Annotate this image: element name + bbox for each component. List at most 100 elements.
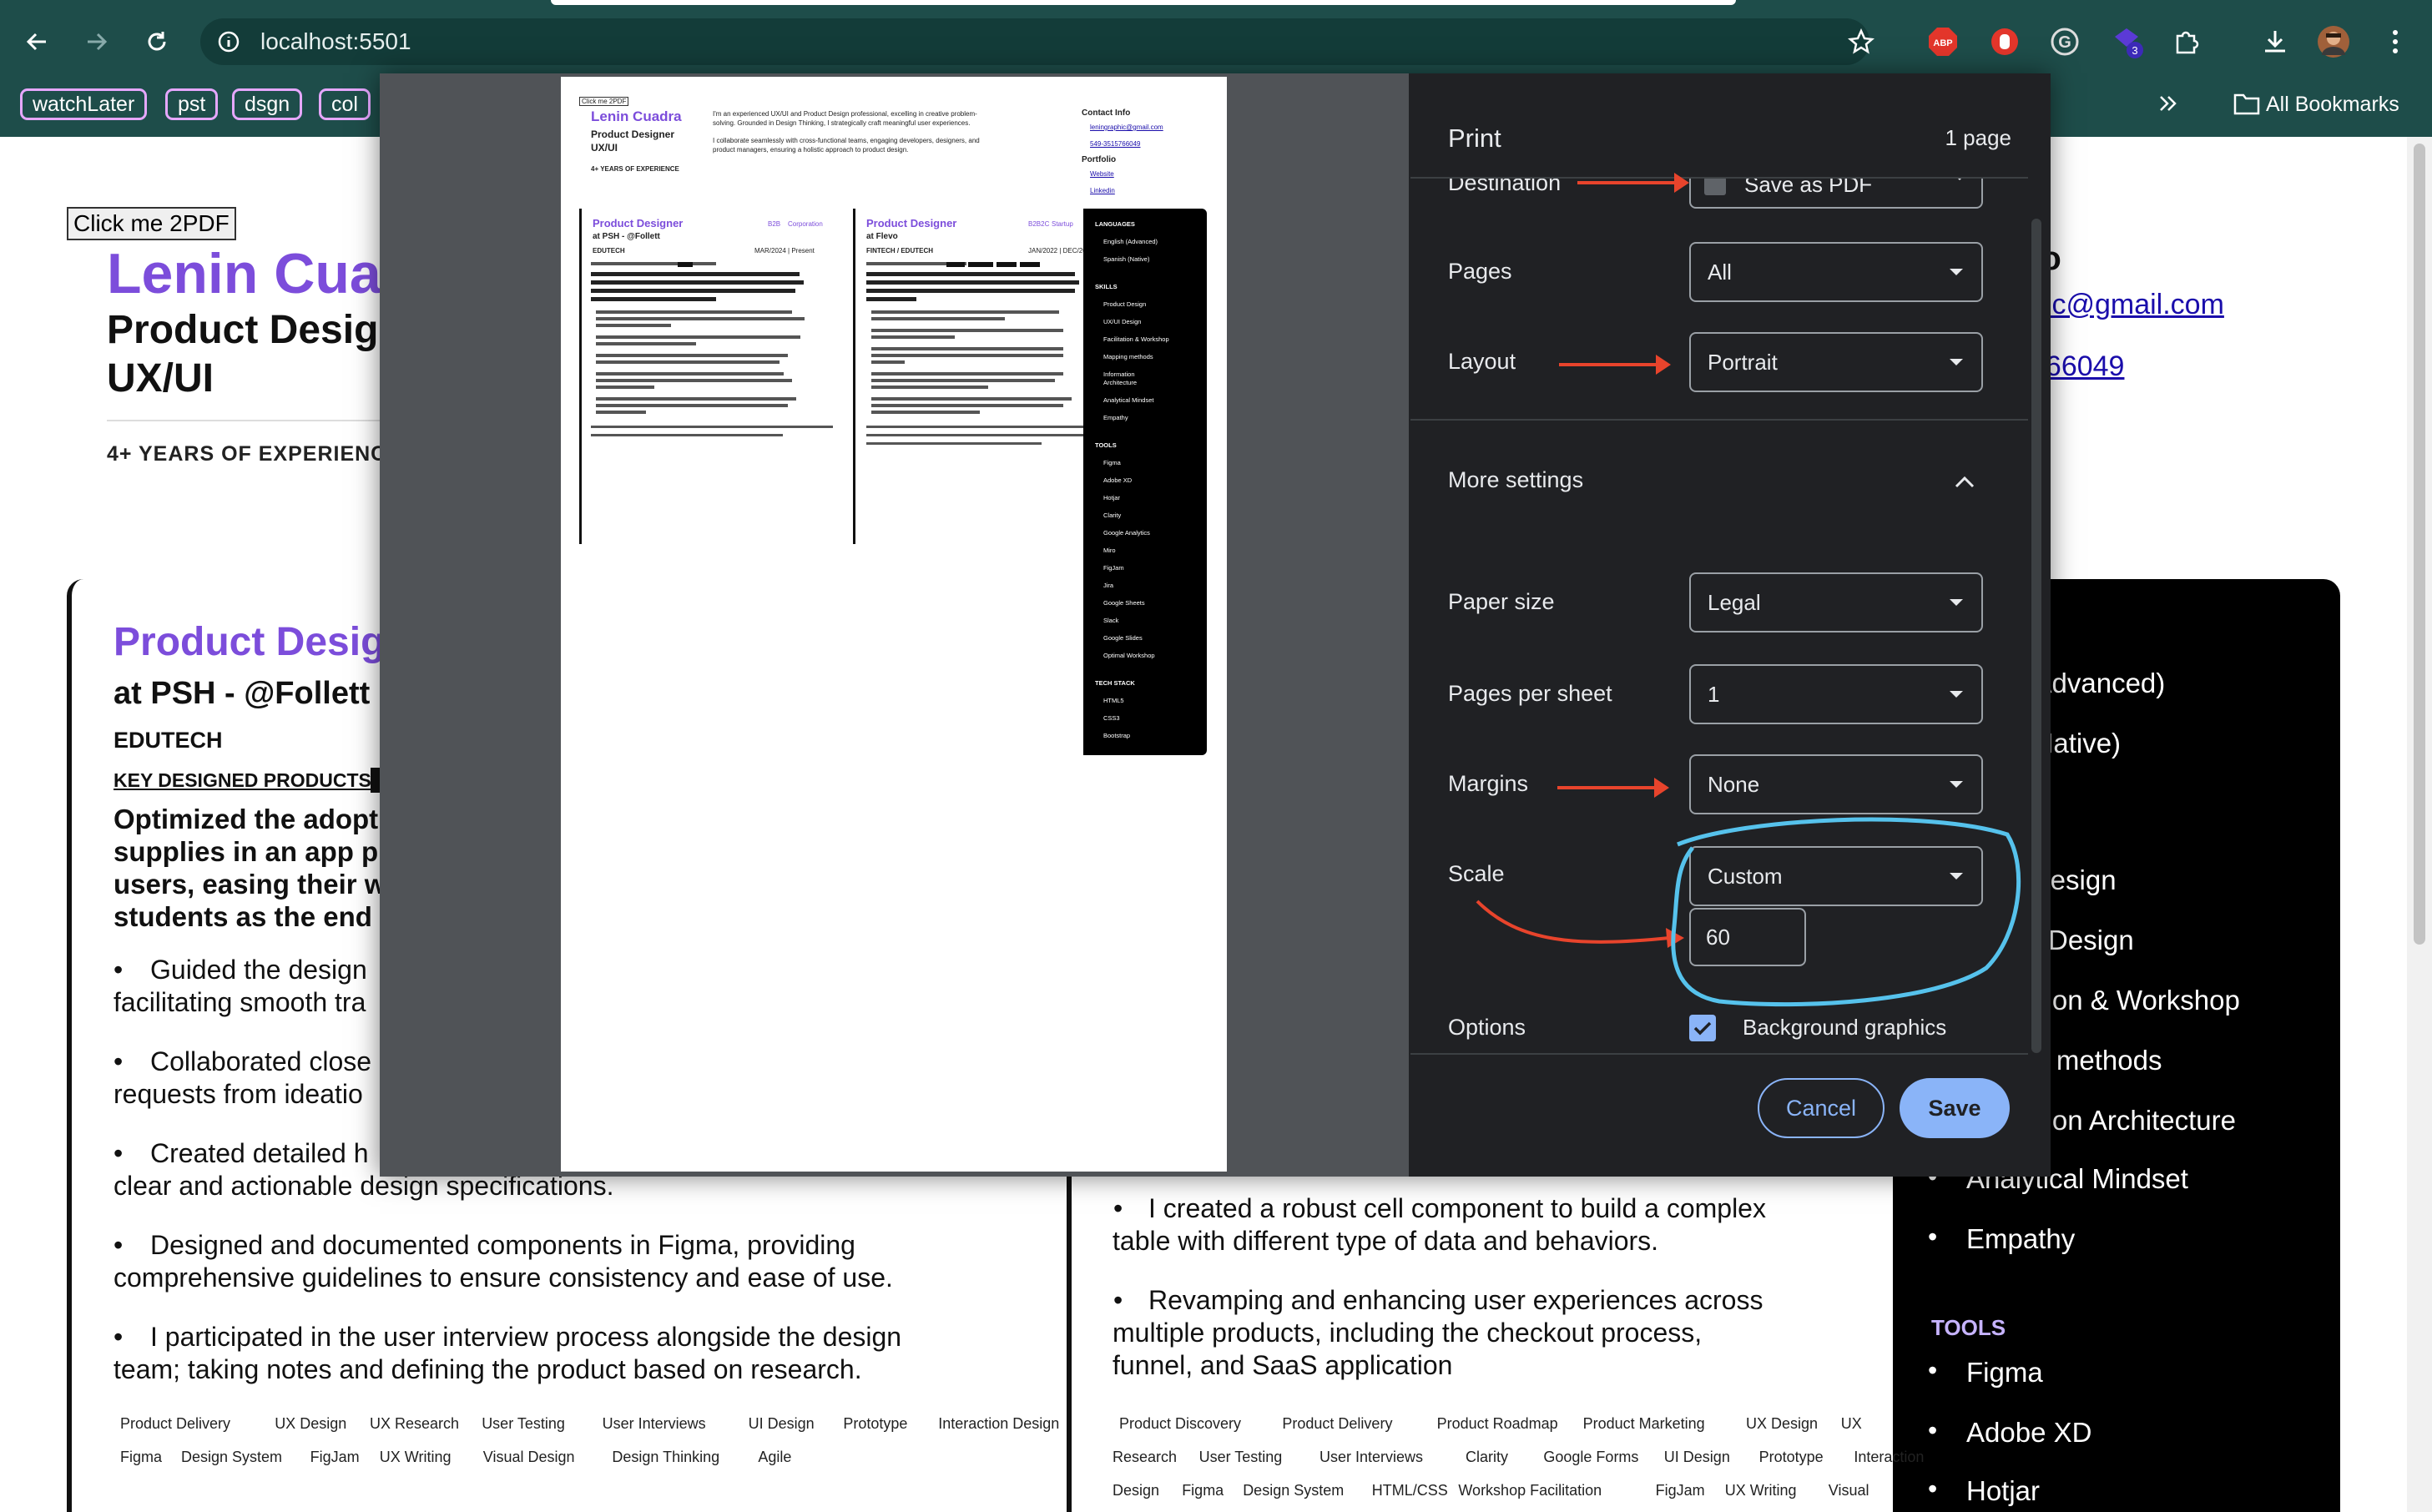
bookmark-pst[interactable]: pst (165, 88, 219, 120)
preview-sidebar-item: Google Slides (1103, 634, 1143, 642)
preview-contact: Contact Info (1082, 108, 1131, 118)
background-graphics-checkbox[interactable] (1689, 1015, 1716, 1041)
click-me-2pdf-button[interactable]: Click me 2PDF (67, 207, 236, 240)
back-icon[interactable] (18, 23, 55, 60)
layout-select[interactable]: Portrait (1689, 332, 1983, 392)
preview-job1-company: at PSH - @Follett (593, 232, 660, 241)
bullet-dot: • (114, 1138, 124, 1168)
skill-2: Design (2048, 925, 2134, 955)
email-link[interactable]: nic@gmail.com (2030, 289, 2224, 321)
more-settings-toggle[interactable]: More settings (1448, 467, 1583, 493)
preview-sidebar-item: Jira (1103, 582, 1114, 589)
preview-job2-tag2: Startup (1052, 220, 1073, 228)
skill-tag: Visual (1828, 1482, 1869, 1499)
job1-bullet-2a: Collaborated close (150, 1046, 372, 1076)
preview-sidebar-item: Slack (1103, 617, 1119, 624)
tools-title: TOOLS (1931, 1315, 2006, 1340)
job1-summary-4: students as the end u (114, 901, 397, 932)
adblock-extension-icon[interactable]: ABP (1925, 23, 1961, 60)
preview-button: Click me 2PDF (579, 97, 629, 106)
all-bookmarks-label[interactable]: All Bookmarks (2266, 90, 2399, 118)
preview-sidebar-item: Analytical Mindset (1103, 396, 1154, 404)
paper-size-select[interactable]: Legal (1689, 572, 1983, 633)
kebab-menu-icon[interactable] (2377, 23, 2414, 60)
tool-3: Hotjar (1966, 1475, 2041, 1506)
preview-sidebar-item: FigJam (1103, 564, 1124, 572)
extensions-puzzle-icon[interactable] (2168, 23, 2205, 60)
skill-tag: FigJam (310, 1449, 360, 1465)
job1-summary-1: Optimized the adopti (114, 804, 386, 834)
page-count: 1 page (1945, 125, 2011, 150)
pages-value: All (1708, 260, 1732, 285)
svg-text:ABP: ABP (1933, 38, 1952, 48)
job1-bullet-1a: Guided the design (150, 955, 367, 985)
paper-size-value: Legal (1708, 590, 1761, 615)
grammarly-extension-icon[interactable]: G (2046, 23, 2083, 60)
preview-sidebar-item: Empathy (1103, 414, 1128, 421)
bookmark-dsgn[interactable]: dsgn (232, 88, 303, 120)
address-bar[interactable] (200, 18, 1869, 65)
chevron-up-icon[interactable] (1946, 464, 1983, 501)
preview-intro-1: I'm an experienced UX/UI and Product Des… (713, 110, 977, 118)
preview-sidebar-item: Product Design (1103, 300, 1147, 308)
url-text: localhost:5501 (260, 28, 411, 54)
page-scrollbar-thumb[interactable] (2414, 144, 2425, 945)
preview-intro-4: product managers, ensuring a holistic ap… (713, 146, 909, 154)
bookmark-col[interactable]: col (319, 88, 371, 120)
bullet-dot: • (1113, 1285, 1123, 1315)
bookmarks-overflow-icon[interactable] (2150, 85, 2187, 122)
job1-bullet-2b: requests from ideatio (114, 1079, 363, 1109)
preview-sidebar-item: Spanish (Native) (1103, 255, 1150, 263)
forward-icon[interactable] (78, 23, 115, 60)
job2-bullet-1b: table with different type of data and be… (1113, 1226, 1659, 1256)
active-tab[interactable] (551, 0, 1736, 5)
skill-tag: UX Design (275, 1415, 347, 1432)
skill-tag: User Testing (482, 1415, 565, 1432)
preview-job1-date: MAR/2024 | Present (754, 247, 815, 255)
preview-sidebar-item: Architecture (1103, 379, 1138, 386)
preview-sidebar-item: LANGUAGES (1095, 220, 1135, 228)
skill-tag: Product Delivery (1282, 1415, 1393, 1432)
save-button[interactable]: Save (1900, 1078, 2010, 1138)
bookmark-watchlater[interactable]: watchLater (20, 88, 148, 120)
section-divider (1410, 419, 2028, 421)
resume-name: Lenin Cuac (107, 242, 413, 305)
skill-tag: User Interviews (602, 1415, 706, 1432)
skill-tag: User Interviews (1319, 1449, 1424, 1465)
check-icon (1693, 1021, 1712, 1036)
tool-1: Figma (1966, 1357, 2043, 1388)
job1-bullet-5b: team; taking notes and defining the prod… (114, 1354, 862, 1384)
skill-tag: FigJam (1655, 1482, 1705, 1499)
preview-years: 4+ YEARS OF EXPERIENCE (591, 165, 679, 173)
background-graphics-label[interactable]: Background graphics (1743, 1015, 1946, 1041)
download-icon[interactable] (2257, 23, 2293, 60)
annotation-scale-highlight (1476, 817, 2021, 1007)
cancel-button[interactable]: Cancel (1758, 1078, 1885, 1138)
annotation-arrow-margins (1557, 778, 1669, 798)
skill-tag: User Testing (1198, 1449, 1283, 1465)
preview-sidebar-item: CSS3 (1103, 714, 1120, 722)
skill-tag: Product Discovery (1119, 1415, 1242, 1432)
job1-bullet-3a: Created detailed h (150, 1138, 369, 1168)
preview-card1-border (579, 209, 582, 544)
pages-per-sheet-value: 1 (1708, 682, 1720, 707)
folder-icon (2228, 85, 2265, 122)
pages-per-sheet-select[interactable]: 1 (1689, 664, 1983, 724)
reload-icon[interactable] (139, 23, 175, 60)
preview-portfolio: Portfolio (1082, 155, 1117, 164)
skill-tag: Prototype (1758, 1449, 1824, 1465)
pages-select[interactable]: All (1689, 242, 1983, 302)
bookmark-star-icon[interactable] (1843, 23, 1880, 60)
stop-extension-icon[interactable] (1986, 23, 2023, 60)
purple-extension-icon[interactable]: 3 (2108, 23, 2145, 60)
chevron-down-icon (1950, 691, 1963, 698)
preview-linkedin: Linkedin (1090, 187, 1115, 194)
preview-sidebar-item: TECH STACK (1095, 679, 1135, 687)
preview-role2: UX/UI (591, 142, 618, 154)
years-experience: 4+ YEARS OF EXPERIENCE (107, 442, 401, 466)
job1-products-label: KEY DESIGNED PRODUCTS (114, 769, 371, 791)
skill-tag: Product Roadmap (1436, 1415, 1558, 1432)
skill-tag: UX Design (1746, 1415, 1819, 1432)
profile-avatar[interactable] (2315, 23, 2352, 60)
site-info-icon[interactable] (210, 23, 247, 60)
